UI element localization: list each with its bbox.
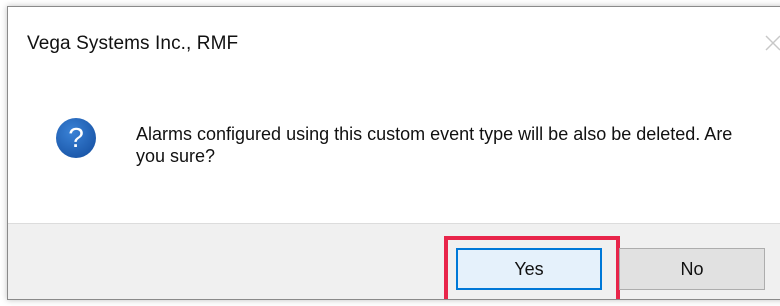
yes-button[interactable]: Yes bbox=[456, 248, 602, 290]
close-icon[interactable] bbox=[759, 29, 780, 57]
dialog-titlebar: Vega Systems Inc., RMF bbox=[8, 7, 780, 67]
dialog-message: Alarms configured using this custom even… bbox=[136, 124, 733, 166]
dialog-title: Vega Systems Inc., RMF bbox=[27, 33, 239, 54]
dialog-footer: Yes No bbox=[8, 223, 780, 299]
dialog-body: ? Alarms configured using this custom ev… bbox=[8, 67, 780, 223]
question-icon: ? bbox=[55, 117, 97, 159]
message-dialog: Vega Systems Inc., RMF ? Alarms configur bbox=[7, 6, 780, 300]
no-button[interactable]: No bbox=[619, 248, 765, 290]
svg-text:?: ? bbox=[68, 122, 84, 153]
